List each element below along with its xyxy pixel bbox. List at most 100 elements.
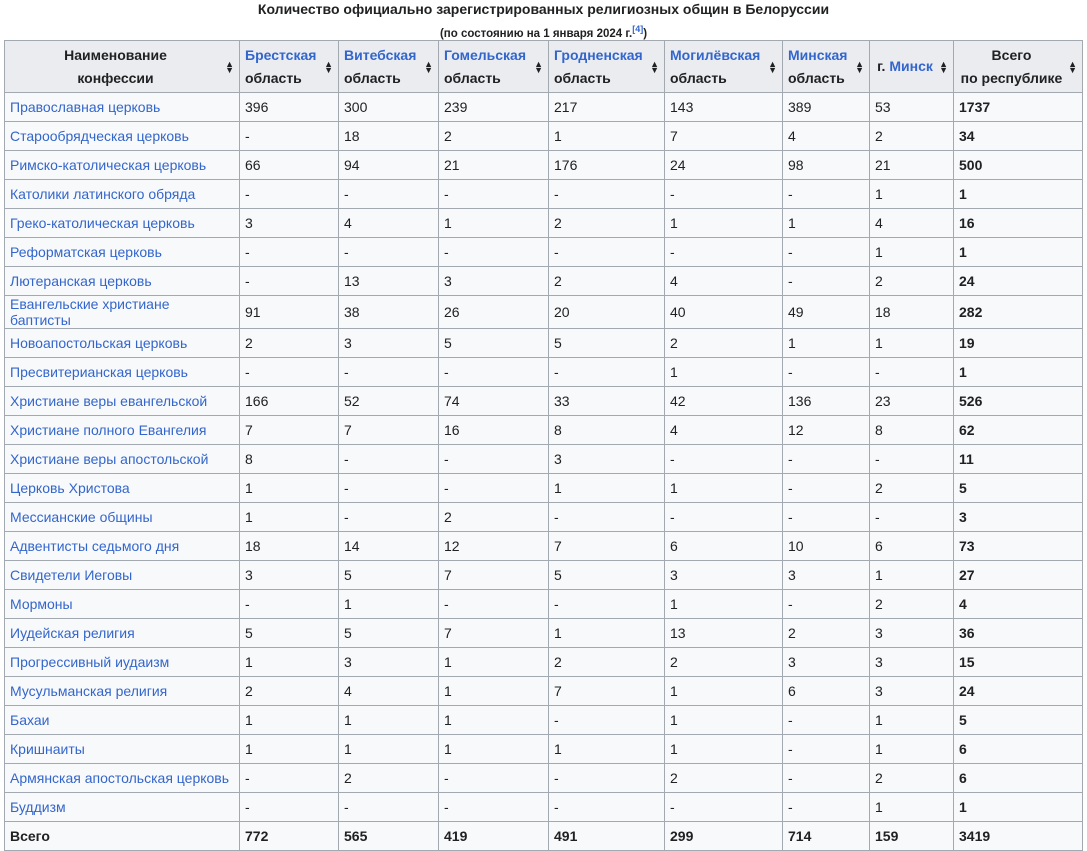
confession-link[interactable]: Мормоны: [10, 596, 73, 612]
confession-link[interactable]: Старообрядческая церковь: [10, 128, 189, 144]
confession-link[interactable]: Христиане веры евангельской: [10, 393, 207, 409]
count-cell: 2: [782, 618, 870, 648]
header-link[interactable]: Гродненская: [554, 47, 643, 63]
total-row-cell: 714: [782, 821, 870, 851]
confession-link[interactable]: Свидетели Иеговы: [10, 567, 132, 583]
confession-cell: Адвентисты седьмого дня: [4, 531, 240, 561]
confession-link[interactable]: Бахаи: [10, 712, 49, 728]
total-cell: 19: [953, 328, 1083, 358]
count-cell: -: [782, 473, 870, 503]
confession-link[interactable]: Мессианские общины: [10, 509, 153, 525]
sort-icon[interactable]: ▲ ▼: [534, 59, 543, 74]
count-cell: 18: [239, 531, 339, 561]
confession-link[interactable]: Христиане веры апостольской: [10, 451, 208, 467]
column-header[interactable]: г. Минск ▲ ▼: [869, 40, 954, 93]
confession-link[interactable]: Пресвитерианская церковь: [10, 364, 188, 380]
confession-link[interactable]: Римско-католическая церковь: [10, 157, 206, 173]
confession-link[interactable]: Мусульманская религия: [10, 683, 167, 699]
sort-icon[interactable]: ▲ ▼: [1068, 59, 1077, 74]
confession-cell: Мессианские общины: [4, 502, 240, 532]
total-cell: 1: [953, 179, 1083, 209]
confession-cell: Старообрядческая церковь: [4, 121, 240, 151]
count-cell: 1: [869, 179, 954, 209]
sort-icon[interactable]: ▲ ▼: [939, 59, 948, 74]
count-cell: 1: [338, 705, 439, 735]
table-row: Прогрессивный иудаизм 1 3 1 2 2 3 3 15: [4, 647, 1083, 677]
sort-icon[interactable]: ▲ ▼: [650, 59, 659, 74]
confession-cell: Прогрессивный иудаизм: [4, 647, 240, 677]
count-cell: 2: [664, 328, 783, 358]
header-link[interactable]: Брестская: [245, 47, 316, 63]
confession-link[interactable]: Евангельские христиане баптисты: [10, 296, 169, 328]
count-cell: 33: [548, 386, 665, 416]
column-header[interactable]: Могилёвская область ▲ ▼: [664, 40, 783, 93]
confession-link[interactable]: Лютеранская церковь: [10, 273, 152, 289]
confession-link[interactable]: Иудейская религия: [10, 625, 135, 641]
confession-link[interactable]: Реформатская церковь: [10, 244, 162, 260]
total-cell: 282: [953, 295, 1083, 329]
sort-icon[interactable]: ▲ ▼: [768, 59, 777, 74]
count-cell: -: [664, 444, 783, 474]
confession-link[interactable]: Буддизм: [10, 799, 66, 815]
count-cell: 5: [338, 560, 439, 590]
confession-link[interactable]: Церковь Христова: [10, 480, 130, 496]
column-header[interactable]: Гомельская область ▲ ▼: [438, 40, 549, 93]
confession-link[interactable]: Прогрессивный иудаизм: [10, 654, 169, 670]
count-cell: 6: [782, 676, 870, 706]
table-row: Иудейская религия 5 5 7 1 13 2 3 36: [4, 618, 1083, 648]
count-cell: -: [239, 589, 339, 619]
confession-link[interactable]: Католики латинского обряда: [10, 186, 195, 202]
count-cell: -: [664, 237, 783, 267]
count-cell: 1: [239, 502, 339, 532]
header-prefix: г.: [877, 58, 890, 74]
confession-cell: Кришнаиты: [4, 734, 240, 764]
confession-link[interactable]: Православная церковь: [10, 99, 160, 115]
total-row: Всего 772 565 419 491 299 714 159 3419: [4, 821, 1083, 851]
confession-link[interactable]: Армянская апостольская церковь: [10, 770, 229, 786]
count-cell: 98: [782, 150, 870, 180]
header-link[interactable]: Минская: [788, 47, 847, 63]
header-line2: по республике: [960, 69, 1063, 86]
count-cell: 239: [438, 92, 549, 122]
column-header[interactable]: Брестская область ▲ ▼: [239, 40, 339, 93]
header-link[interactable]: Витебская: [344, 47, 416, 63]
confession-link[interactable]: Кришнаиты: [10, 741, 85, 757]
count-cell: -: [338, 357, 439, 387]
count-cell: -: [782, 792, 870, 822]
count-cell: -: [782, 502, 870, 532]
column-header[interactable]: Минская область ▲ ▼: [782, 40, 870, 93]
confession-link[interactable]: Греко-католическая церковь: [10, 215, 195, 231]
confession-link[interactable]: Христиане полного Евангелия: [10, 422, 206, 438]
header-link[interactable]: Минск: [889, 58, 933, 74]
header-link[interactable]: Гомельская: [444, 47, 526, 63]
column-header[interactable]: Всего по республике ▲ ▼: [953, 40, 1083, 93]
count-cell: -: [438, 357, 549, 387]
count-cell: 1: [239, 705, 339, 735]
table-row: Буддизм - - - - - -1 1: [4, 792, 1083, 822]
column-header[interactable]: Наименование конфессии ▲ ▼: [4, 40, 240, 93]
reference-link[interactable]: [4]: [632, 24, 643, 34]
column-header[interactable]: Витебская область ▲ ▼: [338, 40, 439, 93]
header-line2: область: [245, 69, 302, 86]
sort-icon[interactable]: ▲ ▼: [225, 59, 234, 74]
count-cell: -: [438, 237, 549, 267]
sort-icon[interactable]: ▲ ▼: [324, 59, 333, 74]
table-row: Церковь Христова 1- -1 1-2 5: [4, 473, 1083, 503]
sort-icon[interactable]: ▲ ▼: [424, 59, 433, 74]
confession-cell: Буддизм: [4, 792, 240, 822]
column-header[interactable]: Гродненская область ▲ ▼: [548, 40, 665, 93]
count-cell: 5: [338, 618, 439, 648]
header-line2: область: [554, 69, 611, 86]
total-row-cell: Всего: [4, 821, 240, 851]
table-caption: Количество официально зарегистрированных…: [257, 1, 830, 17]
table-row: Римско-католическая церковь 66 94 21 176 24 98…: [4, 150, 1083, 180]
confession-link[interactable]: Адвентисты седьмого дня: [10, 538, 179, 554]
count-cell: 2: [239, 328, 339, 358]
count-cell: -: [338, 502, 439, 532]
count-cell: 1: [664, 705, 783, 735]
header-link[interactable]: Могилёвская: [670, 47, 760, 63]
sort-icon[interactable]: ▲ ▼: [855, 59, 864, 74]
count-cell: -: [869, 444, 954, 474]
confession-link[interactable]: Новоапостольская церковь: [10, 335, 187, 351]
confession-cell: Греко-католическая церковь: [4, 208, 240, 238]
